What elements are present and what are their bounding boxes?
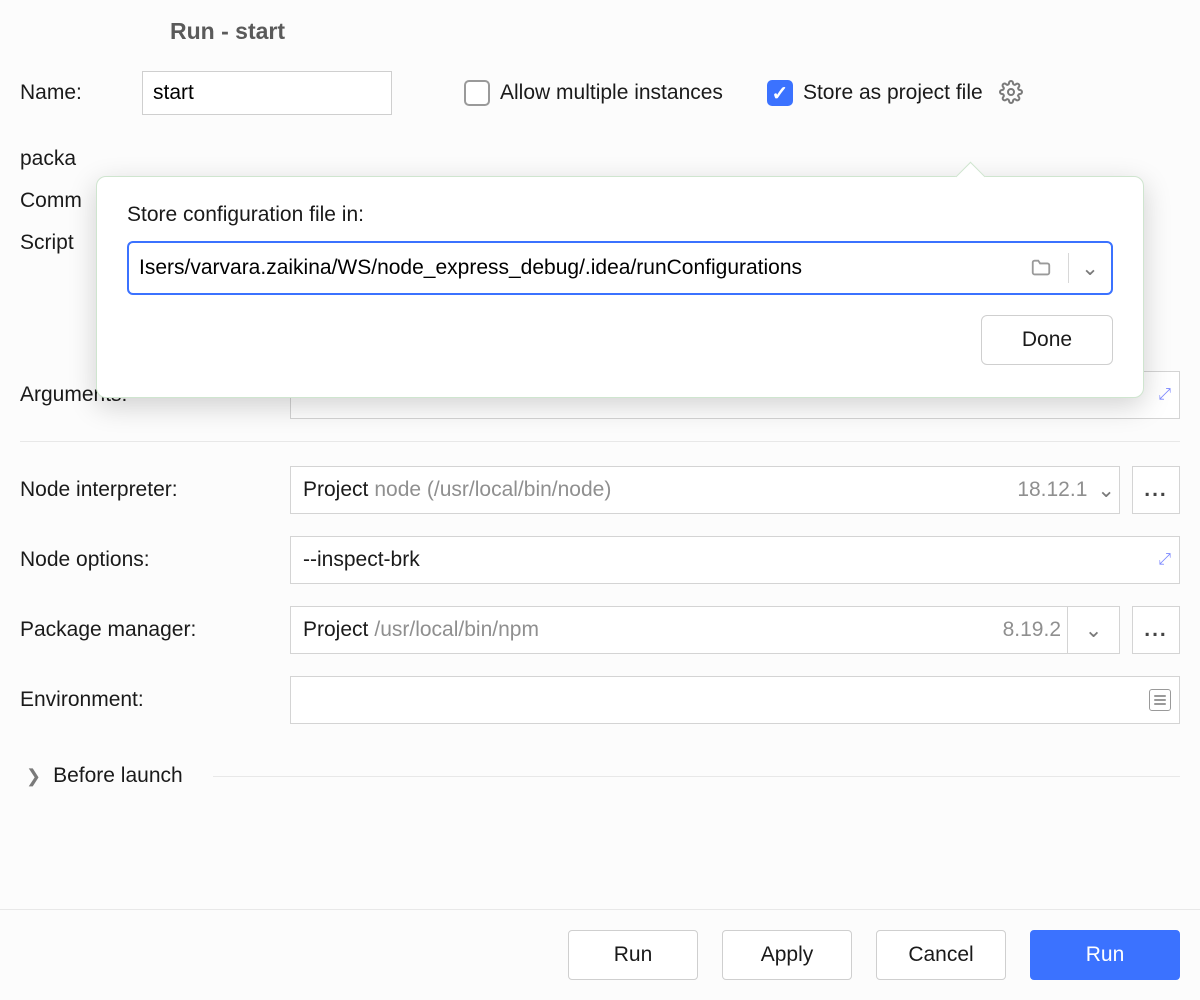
dialog-title: Run - start — [0, 0, 1200, 71]
name-label: Name: — [20, 81, 142, 105]
node-interpreter-prefix: Project — [303, 478, 368, 502]
package-manager-browse-button[interactable]: ... — [1132, 606, 1180, 654]
allow-multiple-label: Allow multiple instances — [500, 81, 723, 105]
run-button[interactable]: Run — [568, 930, 698, 980]
environment-input[interactable] — [290, 676, 1180, 724]
node-interpreter-version: 18.12.1 — [1017, 478, 1087, 502]
node-interpreter-path: node (/usr/local/bin/node) — [374, 478, 611, 502]
package-json-label: packa — [20, 147, 270, 171]
gear-icon[interactable] — [999, 80, 1025, 106]
package-manager-label: Package manager: — [20, 618, 278, 642]
store-project-file-checkbox[interactable]: ✓ — [767, 80, 793, 106]
folder-icon[interactable] — [1014, 243, 1068, 293]
cancel-button[interactable]: Cancel — [876, 930, 1006, 980]
expand-icon[interactable]: ⤢ — [1158, 386, 1171, 404]
name-input[interactable] — [142, 71, 392, 115]
chevron-down-icon[interactable]: ⌄ — [1093, 478, 1119, 503]
divider — [213, 776, 1180, 777]
apply-button[interactable]: Apply — [722, 930, 852, 980]
run-primary-button[interactable]: Run — [1030, 930, 1180, 980]
store-config-label: Store configuration file in: — [127, 203, 1113, 227]
package-manager-path: /usr/local/bin/npm — [374, 618, 539, 642]
package-manager-prefix: Project — [303, 618, 368, 642]
list-icon[interactable] — [1149, 689, 1171, 711]
store-project-file-label: Store as project file — [803, 81, 983, 105]
node-interpreter-select[interactable]: Project node (/usr/local/bin/node) 18.12… — [290, 466, 1120, 514]
package-manager-select[interactable]: Project /usr/local/bin/npm 8.19.2 ⌄ — [290, 606, 1120, 654]
node-interpreter-browse-button[interactable]: ... — [1132, 466, 1180, 514]
before-launch-label[interactable]: Before launch — [53, 764, 183, 788]
package-manager-version: 8.19.2 — [1003, 618, 1061, 642]
done-button[interactable]: Done — [981, 315, 1113, 365]
store-config-popover: Store configuration file in: ⌄ Done — [96, 176, 1144, 398]
chevron-down-icon[interactable]: ⌄ — [1069, 243, 1111, 293]
node-options-input[interactable]: --inspect-brk ⤢ — [290, 536, 1180, 584]
environment-label: Environment: — [20, 688, 278, 712]
chevron-right-icon[interactable]: ❯ — [20, 766, 41, 787]
node-options-value: --inspect-brk — [303, 548, 420, 572]
store-config-path-input[interactable] — [129, 243, 1014, 293]
chevron-down-icon[interactable]: ⌄ — [1067, 607, 1119, 653]
allow-multiple-checkbox[interactable] — [464, 80, 490, 106]
node-interpreter-label: Node interpreter: — [20, 478, 278, 502]
expand-icon[interactable]: ⤢ — [1158, 551, 1171, 569]
node-options-label: Node options: — [20, 548, 278, 572]
divider — [20, 441, 1180, 442]
